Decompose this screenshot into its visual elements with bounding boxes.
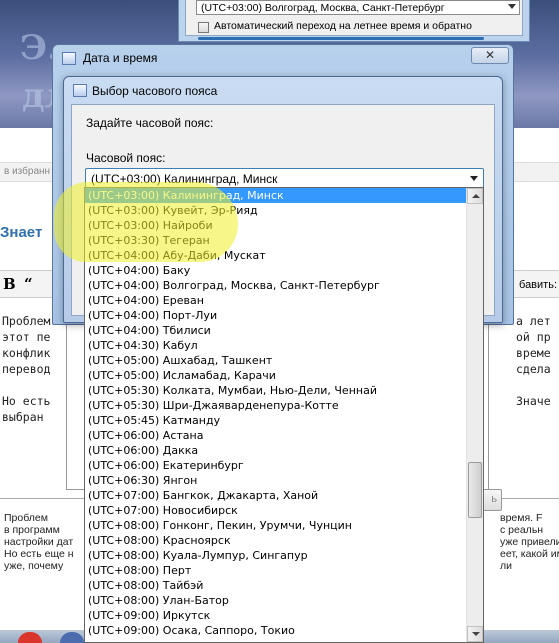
timezone-option[interactable]: (UTC+05:00) Исламабад, Карачи [85,368,483,383]
timezone-option[interactable]: (UTC+08:00) Тайбэй [85,578,483,593]
timezone-option[interactable]: (UTC+06:00) Астана [85,428,483,443]
timezone-option[interactable]: (UTC+03:00) Кувейт, Эр-Рияд [85,203,483,218]
timezone-option[interactable]: (UTC+08:00) Красноярск [85,533,483,548]
timezone-option[interactable]: (UTC+08:00) Улан-Батор [85,593,483,608]
text-line: еет, какой име [500,548,559,560]
text-line: настройки дат [4,536,74,548]
text-line: Но есть [2,394,51,408]
dialog-title: Выбор часового пояса [92,84,218,98]
text-line: ли [500,560,512,572]
scrollbar[interactable] [466,188,483,642]
text-line: перевод [2,362,51,376]
add-label: бавить: [519,279,557,291]
timezone-option[interactable]: (UTC+04:00) Ереван [85,293,483,308]
timezone-option[interactable]: (UTC+09:00) Иркутск [85,608,483,623]
close-button[interactable]: ✕ [471,47,509,64]
chevron-down-icon [508,4,516,9]
text-line: с реальн [500,524,544,536]
timezone-combo-value: (UTC+03:00) Волгоград, Москва, Санкт-Пет… [201,2,445,14]
timezone-option[interactable]: (UTC+03:30) Тегеран [85,233,483,248]
timezone-option[interactable]: (UTC+04:00) Баку [85,263,483,278]
text-line: Проблем [4,512,48,524]
chevron-down-icon[interactable] [470,176,478,181]
bold-button[interactable]: B [3,275,16,293]
text-line: в программ [4,524,60,536]
text-line: Проблем [2,314,51,328]
timezone-field-label: Часовой пояс: [86,151,166,165]
clock-icon [62,52,76,65]
timezone-option[interactable]: (UTC+04:00) Порт-Луи [85,308,483,323]
timezone-option[interactable]: (UTC+04:30) Кабул [85,338,483,353]
timezone-settings-window: (UTC+03:00) Волгоград, Москва, Санкт-Пет… [178,0,530,42]
clock-icon [73,84,87,97]
timezone-dropdown-list[interactable]: (UTC+03:00) Калининград, Минск (UTC+03:00… [84,187,484,643]
text-line: а лет [516,314,551,328]
timezone-option[interactable]: (UTC+04:00) Волгоград, Москва, Санкт-Пет… [85,278,483,293]
dst-checkbox[interactable] [198,22,209,33]
text-line: выбран [2,410,44,424]
timezone-option[interactable]: (UTC+05:30) Шри-Джаяварденепура-Котте [85,398,483,413]
timezone-select-value: (UTC+03:00) Калининград, Минск [91,172,278,186]
timezone-option[interactable]: (UTC+04:00) Тбилиси [85,323,483,338]
text-line: уже, почему [4,560,64,572]
text-line: Но есть еще н [4,548,74,560]
text-line: этот пе [2,330,51,344]
timezone-option[interactable]: (UTC+06:00) Екатеринбург [85,458,483,473]
favorites-link[interactable]: в избранн [4,166,50,177]
timezone-option[interactable]: (UTC+05:30) Колката, Мумбаи, Нью-Дели, Ч… [85,383,483,398]
text-line: ой пр [516,330,551,344]
scroll-up-button[interactable] [467,188,483,204]
timezone-option[interactable]: (UTC+07:00) Новосибирск [85,503,483,518]
dialog-title: Дата и время [83,51,158,65]
timezone-prompt: Задайте часовой пояс: [86,116,214,130]
timezone-option[interactable]: (UTC+08:00) Перт [85,563,483,578]
timezone-select[interactable]: (UTC+03:00) Калининград, Минск [85,168,484,189]
window-client: (UTC+03:00) Волгоград, Москва, Санкт-Пет… [185,0,523,40]
timezone-option[interactable]: (UTC+04:00) Абу-Даби, Мускат [85,248,483,263]
timezone-option[interactable]: (UTC+07:00) Бангкок, Джакарта, Ханой [85,488,483,503]
timezone-option[interactable]: (UTC+05:45) Катманду [85,413,483,428]
quote-button[interactable]: “ [24,275,33,293]
timezone-options: (UTC+03:00) Калининград, Минск (UTC+03:00… [85,188,483,638]
dst-checkbox-label: Автоматический переход на летнее время и… [214,20,472,32]
text-line: време [516,346,551,360]
timezone-option[interactable]: (UTC+08:00) Куала-Лумпур, Сингапур [85,548,483,563]
scrollbar-thumb[interactable] [468,462,482,518]
timezone-option[interactable]: (UTC+05:00) Ашхабад, Ташкент [85,353,483,368]
timezone-combo[interactable]: (UTC+03:00) Волгоград, Москва, Санкт-Пет… [196,0,520,15]
text-line: уже привели [500,536,559,548]
timezone-option[interactable]: (UTC+03:00) Найроби [85,218,483,233]
timezone-option[interactable]: (UTC+09:00) Осака, Саппоро, Токио [85,623,483,638]
close-icon: ✕ [484,48,496,62]
timezone-option[interactable]: (UTC+08:00) Гонконг, Пекин, Урумчи, Чунц… [85,518,483,533]
page-heading: Знает [0,224,43,241]
text-line: конфлик [2,346,51,360]
text-line: время. F [500,512,543,524]
text-line: Значе [516,394,551,408]
timezone-option[interactable]: (UTC+06:00) Дакка [85,443,483,458]
highlight-underline [198,37,484,40]
text-line: сдела [516,362,551,376]
timezone-option[interactable]: (UTC+06:30) Янгон [85,473,483,488]
timezone-option[interactable]: (UTC+03:00) Калининград, Минск [85,188,483,203]
scroll-down-button[interactable] [467,626,483,642]
